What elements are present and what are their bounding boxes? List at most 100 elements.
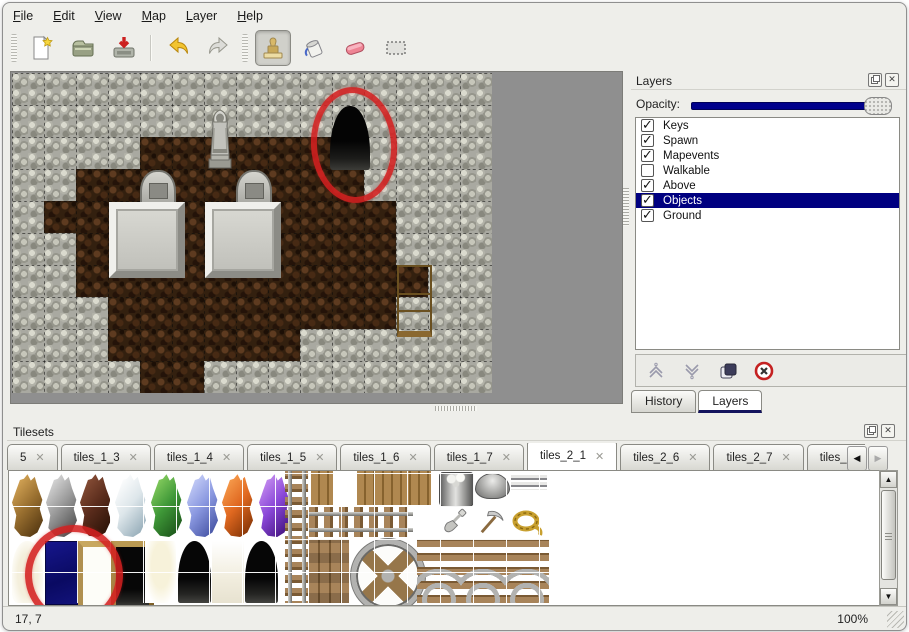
tileset-tab-tiles_1_3[interactable]: tiles_1_3✕	[61, 444, 151, 470]
tile-shovel[interactable]	[440, 506, 471, 539]
close-tab-icon[interactable]: ✕	[782, 451, 791, 464]
close-tab-icon[interactable]: ✕	[315, 451, 324, 464]
tile-arc[interactable]	[461, 539, 505, 603]
layer-visibility-checkbox[interactable]	[641, 179, 654, 192]
tileset-tab-tiles_2_1[interactable]: tiles_2_1✕	[527, 443, 617, 470]
tile-weave[interactable]	[309, 539, 349, 603]
fill-tool-button[interactable]	[296, 30, 332, 66]
tile-arc[interactable]	[417, 539, 461, 603]
tile-rope[interactable]	[509, 506, 545, 539]
tile-plank-T[interactable]	[357, 471, 431, 505]
tile-crystal[interactable]	[114, 473, 147, 537]
layer-visibility-checkbox[interactable]	[641, 134, 654, 147]
tile-pickaxe[interactable]	[475, 506, 506, 539]
close-tab-icon[interactable]: ✕	[502, 451, 511, 464]
duplicate-layer-button[interactable]	[716, 359, 740, 383]
float-panel-icon[interactable]	[864, 424, 878, 438]
delete-layer-button[interactable]	[752, 359, 776, 383]
menu-view[interactable]: View	[95, 9, 122, 27]
scroll-up-button[interactable]: ▲	[880, 471, 897, 488]
tile-crystal[interactable]	[79, 473, 112, 537]
close-tab-icon[interactable]: ✕	[129, 451, 138, 464]
menu-help[interactable]: Help	[237, 9, 263, 27]
close-tab-icon[interactable]: ✕	[222, 451, 231, 464]
layer-row-ground[interactable]: Ground	[636, 208, 899, 223]
layer-visibility-checkbox[interactable]	[641, 194, 654, 207]
float-panel-icon[interactable]	[868, 73, 882, 87]
tileset-tab-tiles_1_6[interactable]: tiles_1_6✕	[340, 444, 430, 470]
opacity-slider[interactable]	[691, 102, 891, 110]
tile-ghost[interactable]	[12, 541, 43, 603]
layer-row-walkable[interactable]: Walkable	[636, 163, 899, 178]
eraser-tool-button[interactable]	[337, 30, 373, 66]
menu-layer[interactable]: Layer	[186, 9, 217, 27]
layer-row-mapevents[interactable]: Mapevents	[636, 148, 899, 163]
tileset-tab-tiles_2_6[interactable]: tiles_2_6✕	[620, 444, 710, 470]
tileset-canvas[interactable]	[9, 471, 877, 603]
close-tab-icon[interactable]: ✕	[688, 451, 697, 464]
tile-navy-selected[interactable]	[45, 541, 79, 605]
tileset-tab-tiles_2_7[interactable]: tiles_2_7✕	[713, 444, 803, 470]
redo-button[interactable]	[201, 30, 237, 66]
tileset-scrollbar[interactable]: ▲ ▼	[879, 470, 898, 606]
close-panel-icon[interactable]	[885, 73, 899, 87]
menu-file[interactable]: File	[13, 9, 33, 27]
tile-arc[interactable]	[505, 539, 549, 603]
layer-row-above[interactable]: Above	[636, 178, 899, 193]
close-tab-icon[interactable]: ✕	[595, 450, 604, 463]
lower-layer-button[interactable]	[680, 359, 704, 383]
menu-map[interactable]: Map	[142, 9, 166, 27]
tile-crystal[interactable]	[150, 473, 183, 537]
tile-plank-v[interactable]	[311, 471, 333, 505]
tile-pale2[interactable]	[212, 541, 244, 603]
stamp-tool-button[interactable]	[255, 30, 291, 66]
tile-track-h[interactable]	[309, 507, 413, 537]
menu-edit[interactable]: Edit	[53, 9, 75, 27]
layer-row-keys[interactable]: Keys	[636, 118, 899, 133]
layer-visibility-checkbox[interactable]	[641, 149, 654, 162]
save-file-button[interactable]	[106, 30, 142, 66]
tile-crystal[interactable]	[186, 473, 219, 537]
tile-pale[interactable]	[145, 541, 177, 603]
tileset-tab-tiles_1_4[interactable]: tiles_1_4✕	[154, 444, 244, 470]
tile-skull-barrel[interactable]	[439, 472, 474, 507]
layer-visibility-checkbox[interactable]	[641, 119, 654, 132]
scroll-tabs-right-button[interactable]: ▶	[868, 446, 888, 471]
vertical-splitter-handle[interactable]	[623, 188, 629, 226]
dock-tab-layers[interactable]: Layers	[698, 390, 762, 413]
layer-visibility-checkbox[interactable]	[641, 164, 654, 177]
scrollbar-thumb[interactable]	[881, 490, 896, 580]
raise-layer-button[interactable]	[644, 359, 668, 383]
open-file-button[interactable]	[65, 30, 101, 66]
tile-cave[interactable]	[178, 541, 211, 603]
tileset-tab-tiles_1_5[interactable]: tiles_1_5✕	[247, 444, 337, 470]
tile-wheel[interactable]	[351, 539, 425, 606]
tileset-tab-5[interactable]: 5✕	[7, 444, 58, 470]
toolbar-drag-handle[interactable]	[11, 34, 17, 62]
tile-ladder-v[interactable]	[285, 471, 309, 603]
layer-row-objects[interactable]: Objects	[636, 193, 899, 208]
close-tab-icon[interactable]: ✕	[35, 451, 44, 464]
dock-tab-history[interactable]: History	[631, 390, 696, 413]
opacity-slider-handle[interactable]	[864, 97, 892, 115]
close-panel-icon[interactable]	[881, 424, 895, 438]
tile-gray-pot[interactable]	[475, 473, 510, 499]
tile-cave2[interactable]	[245, 541, 278, 603]
resize-grip[interactable]	[887, 611, 904, 628]
new-file-button[interactable]	[24, 30, 60, 66]
horizontal-splitter-handle[interactable]	[435, 406, 477, 411]
tile-crystal[interactable]	[221, 473, 254, 537]
scroll-down-button[interactable]: ▼	[880, 588, 897, 605]
tileset-tab-tiles_1_7[interactable]: tiles_1_7✕	[434, 444, 524, 470]
undo-button[interactable]	[160, 30, 196, 66]
tile-crystal[interactable]	[45, 473, 78, 537]
select-tool-button[interactable]	[378, 30, 414, 66]
map-canvas[interactable]	[12, 73, 492, 393]
layer-row-spawn[interactable]: Spawn	[636, 133, 899, 148]
tile-crystal[interactable]	[11, 473, 44, 537]
close-tab-icon[interactable]: ✕	[408, 451, 417, 464]
layer-visibility-checkbox[interactable]	[641, 209, 654, 222]
scroll-tabs-left-button[interactable]: ◀	[847, 446, 867, 471]
toolbar-drag-handle[interactable]	[242, 34, 248, 62]
tile-metal-bars[interactable]	[511, 475, 547, 490]
